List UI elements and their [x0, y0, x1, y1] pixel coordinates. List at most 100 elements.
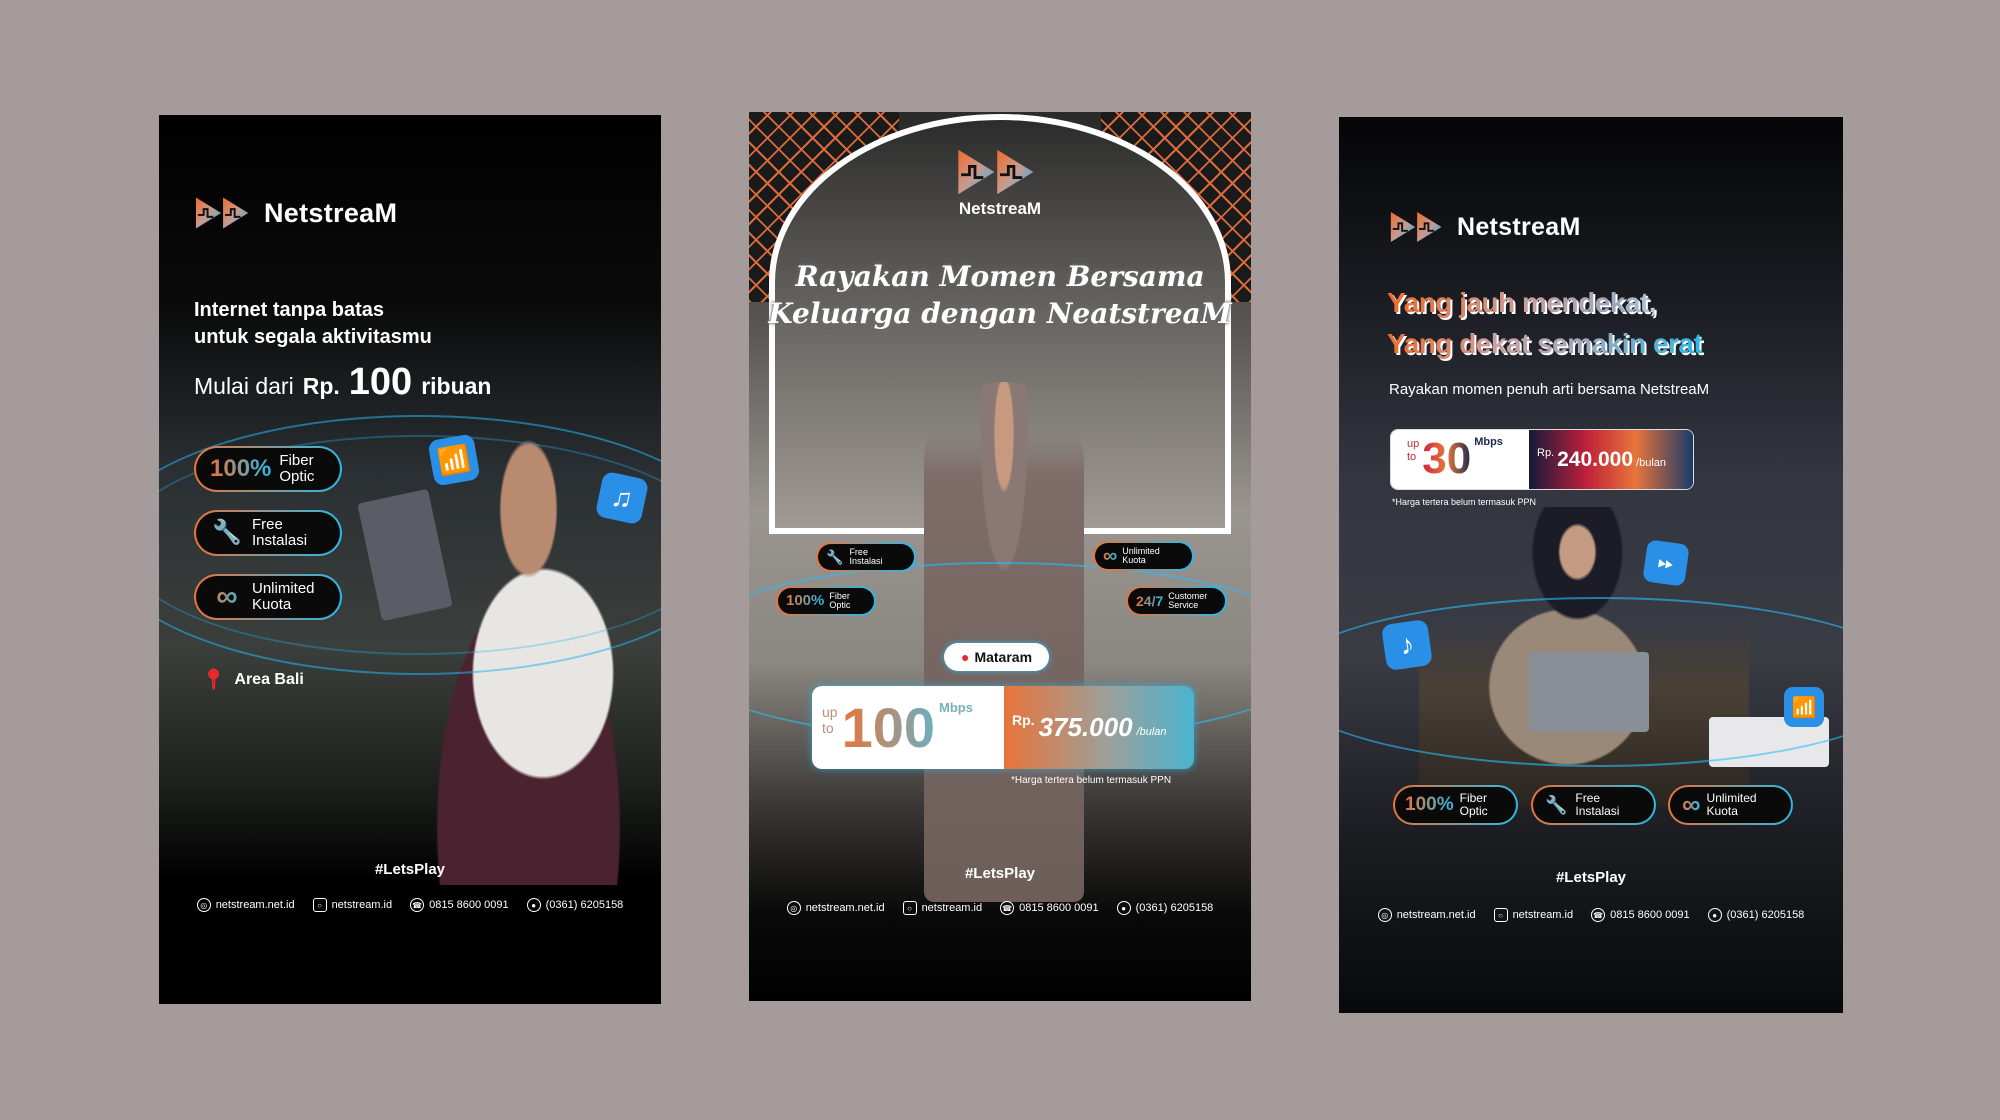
feature-customer-service: 24/7 Customer Service	[1126, 586, 1227, 616]
contact-row: ◎ netstream.net.id ○ netstream.id ☎ 0815 86…	[159, 898, 661, 912]
feature-unlimited-quota: ∞ Unlimited Kuota	[194, 574, 342, 620]
infinity-icon: ∞	[1103, 544, 1118, 567]
location-badge: ● Mataram	[944, 643, 1049, 671]
contact-row: ◎ netstream.net.id ○ netstream.id ☎ 0815 86…	[1339, 908, 1843, 922]
speed-value: 100	[841, 696, 936, 759]
install-label-2: Instalasi	[849, 556, 883, 566]
instagram: netstream.id	[331, 899, 393, 911]
price-value: 100	[348, 361, 413, 403]
whatsapp-icon: ☎	[1591, 908, 1606, 922]
feature-fiber-optic: 100% Fiber Optic	[194, 446, 342, 492]
fiber-label-2: Optic	[279, 468, 315, 485]
brand-name: NetstreaM	[1457, 212, 1581, 241]
wifi-icon: 📶	[1784, 687, 1824, 727]
price-value: 375.000	[1038, 712, 1133, 742]
tax-note: *Harga tertera belum termasuk PPN	[1011, 775, 1172, 786]
title: Rayakan Momen Bersama Keluarga dengan Ne…	[749, 258, 1251, 332]
install-label-2: Instalasi	[252, 532, 308, 549]
quota-label-2: Kuota	[1706, 804, 1738, 818]
location-text: Mataram	[974, 649, 1033, 665]
infinity-icon: ∞	[1682, 789, 1701, 820]
fiber-percent: 100%	[210, 455, 272, 483]
price-period: /bulan	[1636, 456, 1667, 469]
price-period: /bulan	[1136, 725, 1167, 738]
price-prefix: Mulai dari	[194, 373, 294, 399]
fiber-label-1: Fiber	[279, 452, 314, 470]
netstream-logo-icon	[1389, 210, 1449, 244]
instagram-icon: ○	[312, 898, 327, 912]
globe-icon: ◎	[1377, 908, 1392, 922]
contact-row: ◎ netstream.net.id ○ netstream.id ☎ 0815 86…	[749, 901, 1251, 915]
wifi-icon: 📶	[427, 433, 481, 487]
brand-logo: NetstreaM	[194, 195, 397, 231]
whatsapp: 0815 8600 0091	[1610, 909, 1690, 921]
quota-label-2: Kuota	[1122, 555, 1146, 565]
feature-free-install: 🔧 Free Instalasi	[816, 542, 916, 572]
install-label-2: Instalasi	[1575, 804, 1620, 818]
speed-unit: Mbps	[939, 700, 973, 715]
speed-panel: up to 30 Mbps	[1391, 430, 1529, 489]
globe-icon: ◎	[786, 901, 801, 915]
headline-line-2: Yang dekat semakin erat	[1387, 323, 1703, 364]
headline: Yang jauh mendekat, Yang dekat semakin e…	[1387, 282, 1703, 364]
customer-service-icon: ●	[1707, 908, 1722, 922]
customer-service-icon: ●	[526, 898, 541, 912]
feature-free-install: 🔧 Free Instalasi	[1531, 785, 1656, 825]
speed-prefix-to: to	[822, 720, 834, 736]
headline-line-2: untuk segala aktivitasmu	[194, 326, 432, 348]
speed-value: 30	[1422, 434, 1472, 483]
hashtag: #LetsPlay	[964, 865, 1036, 882]
service-label-2: Service	[1168, 600, 1199, 610]
quota-label-2: Kuota	[252, 596, 292, 613]
speed-prefix-up: up	[1407, 438, 1420, 450]
subtitle: Rayakan momen penuh arti bersama Netstre…	[1389, 381, 1710, 398]
price-value: 240.000	[1557, 447, 1634, 471]
location-pin-icon: 📍︎	[201, 669, 227, 691]
phone: (0361) 6205158	[545, 899, 624, 911]
whatsapp-icon: ☎	[1000, 901, 1015, 915]
fiber-label-2: Optic	[1459, 804, 1488, 818]
globe-icon: ◎	[196, 898, 211, 912]
poster-family: ⏩︎ ♪ 📶 NetstreaM Yang jauh mendekat, Yan…	[1339, 117, 1843, 1013]
fiber-percent: 100%	[1405, 794, 1454, 816]
phone: (0361) 6205158	[1726, 909, 1805, 921]
title-line-2: Keluarga dengan NeatstreaM	[768, 297, 1232, 330]
wrench-icon: 🔧	[212, 519, 242, 547]
price-line: Mulai dari Rp. 100 ribuan	[194, 361, 491, 404]
whatsapp: 0815 8600 0091	[1019, 902, 1099, 914]
music-note-icon: ♪	[1381, 619, 1433, 671]
brand-name: NetstreaM	[264, 197, 398, 228]
headline-line-1: Yang jauh mendekat,	[1387, 282, 1702, 323]
fiber-percent: 100%	[786, 592, 825, 610]
customer-service-icon: ●	[1116, 901, 1131, 915]
infinity-icon: ∞	[210, 581, 244, 613]
poster-bali: 📶 ♫ NetstreaM Internet tanpa batas untuk…	[159, 115, 661, 1004]
instagram: netstream.id	[1512, 909, 1574, 921]
feature-fiber-optic: 100% Fiber Optic	[1393, 785, 1518, 825]
speed-panel: up to 100 Mbps	[812, 686, 1004, 769]
speed-unit: Mbps	[1474, 436, 1503, 448]
netstream-logo-icon	[955, 147, 1045, 197]
website: netstream.net.id	[805, 902, 885, 914]
phone: (0361) 6205158	[1135, 902, 1214, 914]
price-box: up to 30 Mbps Rp. 240.000 /bulan	[1390, 429, 1694, 490]
website: netstream.net.id	[215, 899, 295, 911]
website: netstream.net.id	[1396, 909, 1476, 921]
instagram-icon: ○	[1493, 908, 1508, 922]
whatsapp: 0815 8600 0091	[429, 899, 509, 911]
title-line-1: Rayakan Momen Bersama	[795, 260, 1205, 293]
brand-logo: NetstreaM	[749, 147, 1251, 219]
hashtag: #LetsPlay	[1555, 869, 1627, 886]
wrench-icon: 🔧	[1545, 794, 1568, 815]
feature-fiber-optic: 100% Fiber Optic	[776, 586, 876, 616]
wrench-icon: 🔧	[826, 548, 844, 565]
price-currency: Rp.	[302, 373, 340, 399]
feature-unlimited-quota: ∞ Unlimited Kuota	[1668, 785, 1793, 825]
price-suffix: ribuan	[421, 373, 492, 399]
quota-label-1: Unlimited	[252, 580, 315, 598]
tax-note: *Harga tertera belum termasuk PPN	[1392, 497, 1537, 507]
headline: Internet tanpa batas untuk segala aktivi…	[194, 297, 432, 351]
price-panel: Rp. 375.000 /bulan	[1004, 686, 1194, 769]
feature-free-install: 🔧 Free Instalasi	[194, 510, 342, 556]
price-panel: Rp. 240.000 /bulan	[1529, 430, 1693, 489]
